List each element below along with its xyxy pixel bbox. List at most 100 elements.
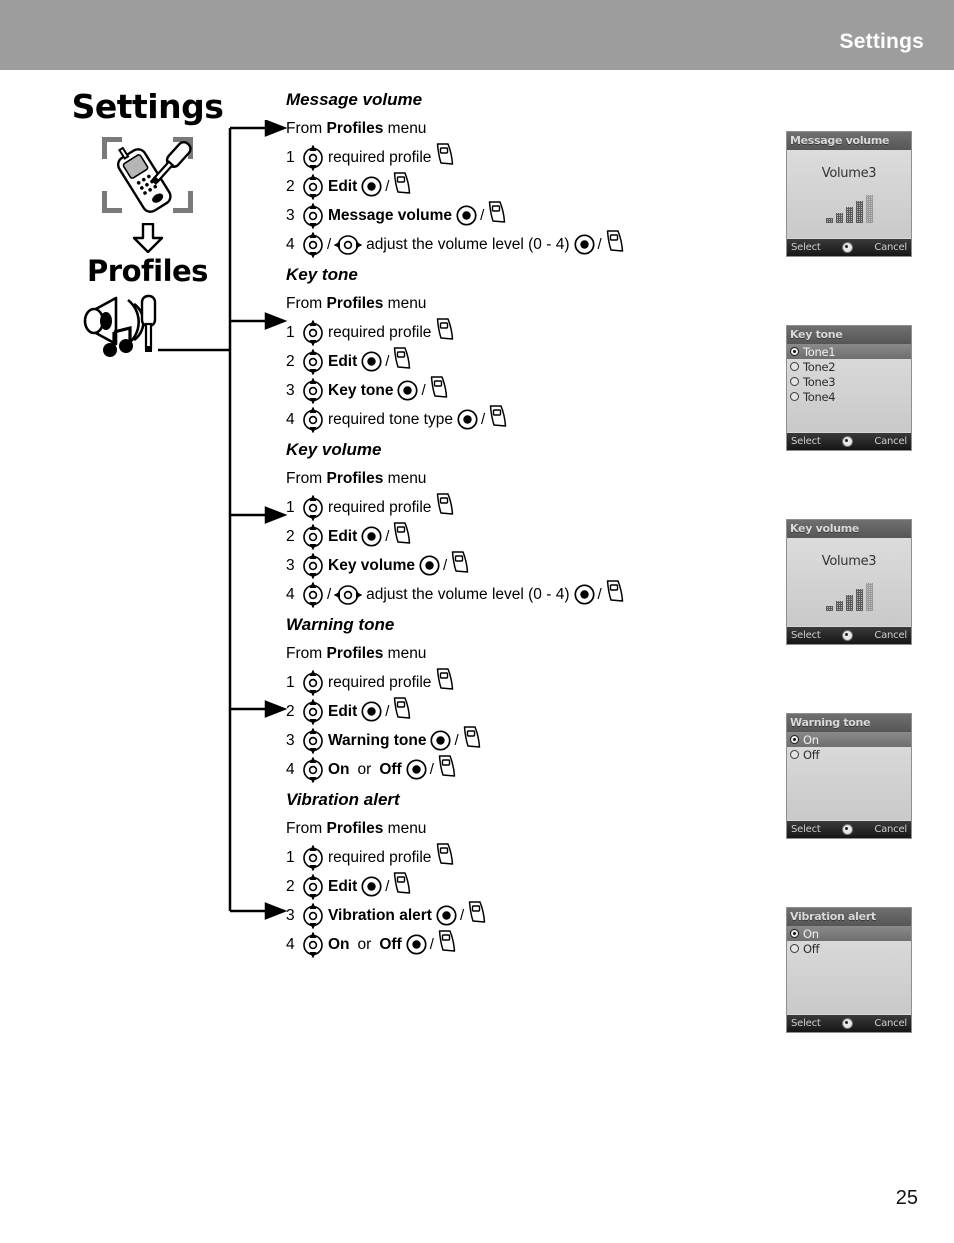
step-number: 1 [286,323,295,341]
left-soft-key-icon [392,171,412,195]
separator-slash: / [327,236,332,253]
screen-option-label: Tone2 [803,359,836,374]
chapter-title: Settings [71,87,224,126]
step-menu-label: Edit [328,177,358,195]
separator-slash: / [429,936,434,953]
softkey-left-label[interactable]: Select [791,242,821,253]
up-down-navigation-key-icon [302,173,324,200]
step-menu-label: Edit [328,702,358,720]
screen-option-row[interactable]: Tone3 [787,374,911,389]
step-number: 4 [286,410,295,428]
step-number: 1 [286,148,295,166]
radio-button-icon [790,362,799,371]
from-menu-line: From Profiles menu [286,295,706,313]
procedure-step: 2 Edit / [286,696,706,726]
softkey-left-label[interactable]: Select [791,1018,821,1029]
procedure-step: 3 Key volume / [286,550,706,580]
procedure-step: 2 Edit / [286,171,706,201]
procedure-step: 1 required profile [286,142,706,172]
from-menu-name: Profiles [326,120,384,137]
left-soft-key-icon [435,667,455,691]
phone-screen-preview: Vibration alert On Off Select Cancel [786,907,912,1033]
left-soft-key-icon [462,725,482,749]
center-ok-key-icon[interactable] [841,630,853,641]
screen-body: Tone1 Tone2 Tone3 Tone4 [787,344,911,432]
center-ok-key-icon[interactable] [841,242,853,253]
step-menu-label: Key volume [328,556,416,574]
step-text: adjust the volume level (0 - 4) [366,585,570,603]
step-menu-label: Edit [328,877,358,895]
step-menu-label: Message volume [328,206,453,224]
separator-slash: / [454,732,459,749]
left-soft-key-icon [392,521,412,545]
center-ok-key-icon [361,876,382,897]
screen-option-row[interactable]: Off [787,941,911,956]
step-number: 4 [286,585,295,603]
screen-option-row[interactable]: Tone4 [787,389,911,404]
step-menu-label: Edit [328,352,358,370]
separator-slash: / [385,703,390,720]
center-ok-key-icon[interactable] [841,1018,853,1029]
procedure-step: 4 required tone type / [286,404,706,434]
left-soft-key-icon [437,929,457,953]
screen-option-row[interactable]: On [787,732,911,747]
screen-softkey-bar: Select Cancel [787,821,911,838]
center-ok-key-icon[interactable] [841,436,853,447]
screen-option-row[interactable]: Tone1 [787,344,911,359]
screen-option-label: Off [803,941,820,956]
connector-tree [140,119,300,920]
section-title: Key volume [286,440,382,459]
left-soft-key-icon [605,229,625,253]
left-right-navigation-key-icon [334,584,363,605]
center-ok-key-icon [457,409,478,430]
procedure-step: 4 / adjust the volume level (0 - 4) / [286,579,706,609]
radio-button-icon [790,929,799,938]
separator-slash: / [480,207,485,224]
from-suffix: menu [387,295,427,312]
from-prefix: From [286,120,323,137]
volume-bar [865,195,873,223]
softkey-left-label[interactable]: Select [791,824,821,835]
softkey-right-label[interactable]: Cancel [874,436,907,447]
procedure-step: 3 Key tone / [286,375,706,405]
screen-option-row[interactable]: Tone2 [787,359,911,374]
screen-body: On Off [787,732,911,820]
screen-option-row[interactable]: On [787,926,911,941]
screen-body: Volume3 [787,150,911,238]
softkey-left-label[interactable]: Select [791,630,821,641]
separator-slash: / [385,878,390,895]
up-down-navigation-key-icon [302,348,324,375]
softkey-right-label[interactable]: Cancel [874,824,907,835]
softkey-left-label[interactable]: Select [791,436,821,447]
page-header: Settings [0,0,954,70]
left-soft-key-icon [435,142,455,166]
from-menu-line: From Profiles menu [286,470,706,488]
phone-screen-preview: Key volume Volume3 Select Cancel [786,519,912,645]
procedure-step: 3 Vibration alert / [286,900,706,930]
step-number: 2 [286,352,295,370]
screen-option-label: Tone4 [803,389,836,404]
screen-title: Message volume [787,132,911,150]
softkey-right-label[interactable]: Cancel [874,242,907,253]
center-ok-key-icon [456,205,477,226]
softkey-right-label[interactable]: Cancel [874,1018,907,1029]
screen-softkey-bar: Select Cancel [787,433,911,450]
from-menu-name: Profiles [326,295,384,312]
procedure-section: Key volume From Profiles menu 1 required pr… [286,440,706,609]
center-ok-key-icon [419,555,440,576]
procedure-step: 1 required profile [286,842,706,872]
softkey-right-label[interactable]: Cancel [874,630,907,641]
step-menu-label: Off [379,935,402,953]
center-ok-key-icon[interactable] [841,824,853,835]
from-prefix: From [286,470,323,487]
screen-softkey-bar: Select Cancel [787,1015,911,1032]
separator-slash: / [327,586,332,603]
separator-slash: / [597,586,602,603]
center-ok-key-icon [361,351,382,372]
section-title: Vibration alert [286,790,400,809]
center-ok-key-icon [406,934,427,955]
up-down-navigation-key-icon [302,873,324,900]
volume-bar [845,207,853,223]
section-title: Key tone [286,265,358,284]
screen-option-row[interactable]: Off [787,747,911,762]
